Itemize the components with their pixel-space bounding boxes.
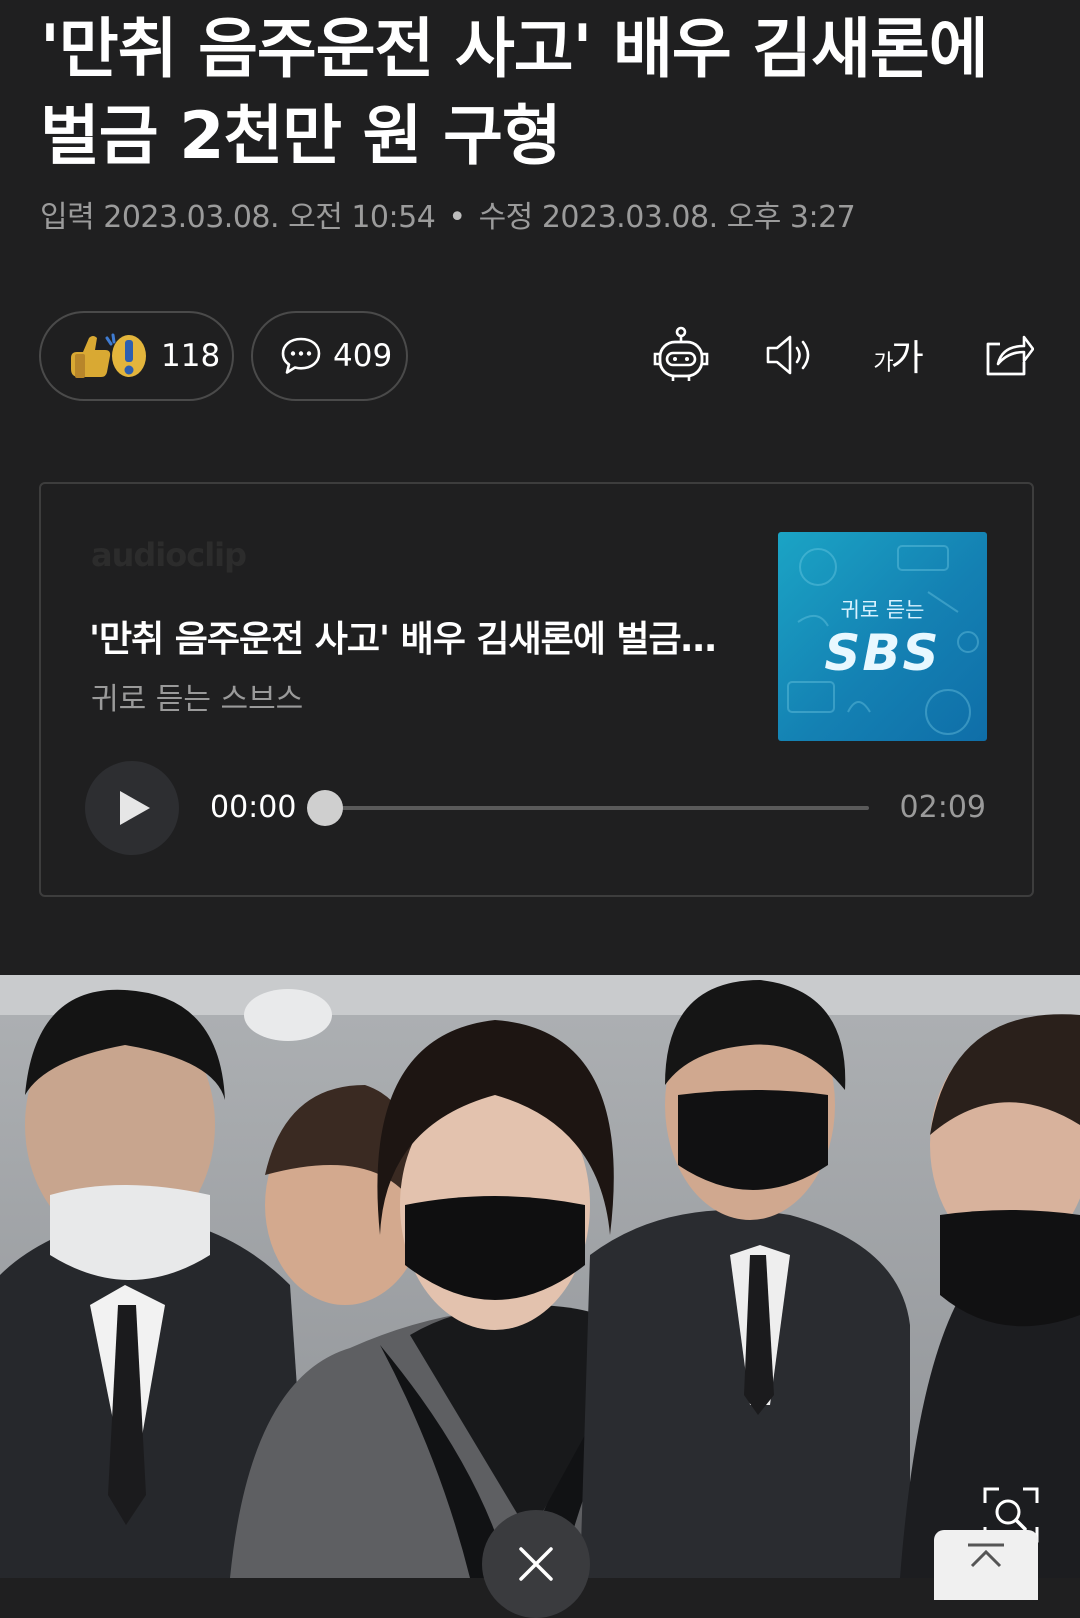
share-button[interactable] (975, 323, 1039, 387)
current-time: 00:00 (210, 790, 297, 825)
font-size-small: 가 (873, 351, 893, 376)
play-icon (118, 789, 152, 827)
input-label: 입력 (40, 200, 95, 235)
font-size-icon: 가가 (873, 329, 924, 381)
comment-count: 409 (333, 338, 393, 374)
article-title: '만취 음주운전 사고' 배우 김새론에 벌금 2천만 원 구형 (40, 12, 989, 174)
summary-bot-button[interactable] (649, 323, 713, 387)
font-size-large: 가 (890, 338, 924, 379)
share-icon (980, 330, 1034, 380)
audio-title[interactable]: '만취 음주운전 사고' 배우 김새론에 벌금 2천만 원 구형 (89, 610, 719, 662)
edit-label: 수정 (478, 200, 534, 235)
comment-icon (279, 334, 323, 378)
audioclip-logo: audioclip (91, 536, 247, 574)
photo-illustration (0, 975, 1080, 1578)
article-photo[interactable] (0, 975, 1080, 1578)
edit-time: 2023.03.08. 오후 3:27 (541, 200, 856, 235)
scroll-to-top-button[interactable] (934, 1530, 1038, 1600)
reaction-count: 118 (161, 338, 221, 374)
robot-icon (651, 326, 711, 384)
text-to-speech-button[interactable] (757, 323, 821, 387)
meta-separator: • (448, 200, 466, 235)
thumbnail-logo: SBS (824, 624, 941, 682)
progress-knob[interactable] (307, 790, 343, 826)
audio-channel[interactable]: 귀로 듣는 스브스 (91, 674, 303, 718)
close-icon (518, 1546, 554, 1618)
input-time: 2023.03.08. 오전 10:54 (103, 200, 436, 235)
font-size-button[interactable]: 가가 (862, 323, 932, 387)
audio-clip-player: audioclip '만취 음주운전 사고' 배우 김새론에 벌금 2천만 원 … (39, 482, 1034, 897)
reaction-button[interactable]: 118 (39, 311, 234, 401)
speaker-icon (762, 331, 816, 379)
close-button[interactable] (482, 1510, 590, 1618)
article-timestamps: 입력 2023.03.08. 오전 10:54 • 수정 2023.03.08.… (40, 192, 856, 236)
thumbnail-caption: 귀로 듣는 (840, 598, 925, 622)
audio-thumbnail[interactable]: 귀로 듣는 SBS (778, 532, 987, 741)
comment-button[interactable]: 409 (251, 311, 408, 401)
arrow-up-icon (964, 1542, 1008, 1600)
play-button[interactable] (85, 761, 179, 855)
duration: 02:09 (899, 790, 986, 825)
progress-track[interactable] (324, 806, 869, 810)
reaction-emoji-icon (67, 332, 149, 380)
